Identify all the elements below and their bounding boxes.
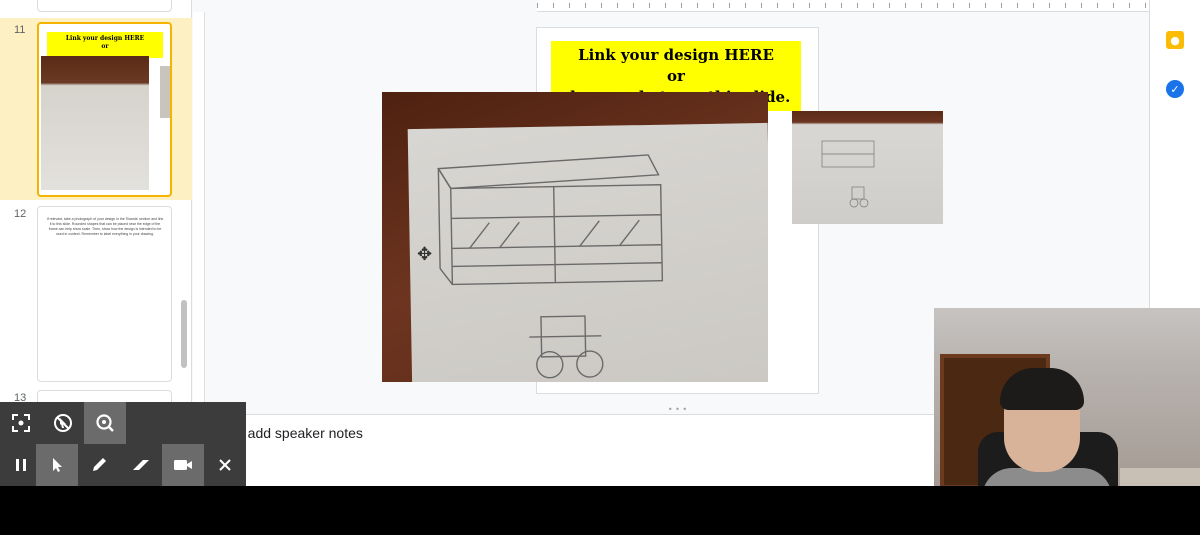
vertical-ruler[interactable]	[193, 12, 205, 410]
hide-cursor-button[interactable]	[42, 402, 84, 444]
banner-line: Link your design HERE	[578, 46, 774, 64]
sketch-drawing	[437, 154, 664, 379]
thumbnail-text: If relevant, take a photograph of your d…	[46, 217, 164, 236]
thumbnail-banner-line: Link your design HERE	[65, 35, 145, 42]
slides-editor: 11 Link your design HERE or 12 If releva…	[0, 0, 1200, 486]
filmstrip-slide-12[interactable]: 12 If relevant, take a photograph of you…	[0, 202, 192, 384]
speaker-notes-placeholder[interactable]: o add speaker notes	[236, 425, 363, 441]
webcam-background-sofa	[1120, 468, 1200, 486]
thumbnail-banner-line: or	[101, 43, 109, 50]
camera-icon	[174, 460, 192, 470]
close-icon	[219, 459, 231, 471]
thumbnail-banner: Link your design HERE or	[47, 32, 163, 58]
sketch-paper	[407, 122, 768, 382]
close-toolbar-button[interactable]	[204, 444, 246, 486]
eraser-icon	[133, 460, 149, 470]
sketch-drawing-small	[821, 140, 875, 208]
slide-number: 12	[14, 208, 27, 220]
sketch-photo-small[interactable]	[792, 111, 943, 224]
tasks-icon[interactable]: ✓	[1166, 80, 1184, 98]
slide-thumbnail[interactable]	[37, 0, 172, 12]
thumbnail-photo	[41, 56, 149, 190]
pointer-tool-button[interactable]	[36, 444, 78, 486]
slide-thumbnail[interactable]: Link your design HERE or	[37, 22, 172, 197]
horizontal-ruler[interactable]	[537, 0, 1149, 12]
capture-region-button[interactable]	[0, 402, 42, 444]
zoom-button[interactable]	[84, 402, 126, 444]
filmstrip-slide-10[interactable]	[0, 0, 192, 14]
move-cursor-icon: ✥	[417, 244, 433, 265]
screen-recorder-toolbar	[0, 402, 246, 486]
sketch-photo-large[interactable]	[382, 92, 768, 382]
pointer-icon	[53, 458, 62, 472]
filmstrip-slide-11[interactable]: 11 Link your design HERE or	[0, 18, 192, 200]
keep-icon[interactable]: ●	[1166, 31, 1184, 49]
highlighter-tool-button[interactable]	[120, 444, 162, 486]
pause-icon	[16, 459, 26, 471]
capture-region-icon	[12, 414, 30, 432]
filmstrip-scrollbar[interactable]	[181, 300, 187, 368]
pen-icon	[93, 458, 106, 471]
camera-toggle-button[interactable]	[162, 444, 204, 486]
zoom-icon	[96, 414, 114, 432]
thumbnail-photo-small	[160, 66, 170, 118]
slide-number: 11	[14, 24, 26, 36]
slide-thumbnail[interactable]: If relevant, take a photograph of your d…	[37, 206, 172, 382]
webcam-overlay[interactable]	[934, 308, 1200, 486]
pen-tool-button[interactable]	[78, 444, 120, 486]
hide-cursor-icon	[54, 414, 72, 432]
banner-line: or	[667, 67, 685, 85]
webcam-person-hair	[1000, 368, 1084, 410]
